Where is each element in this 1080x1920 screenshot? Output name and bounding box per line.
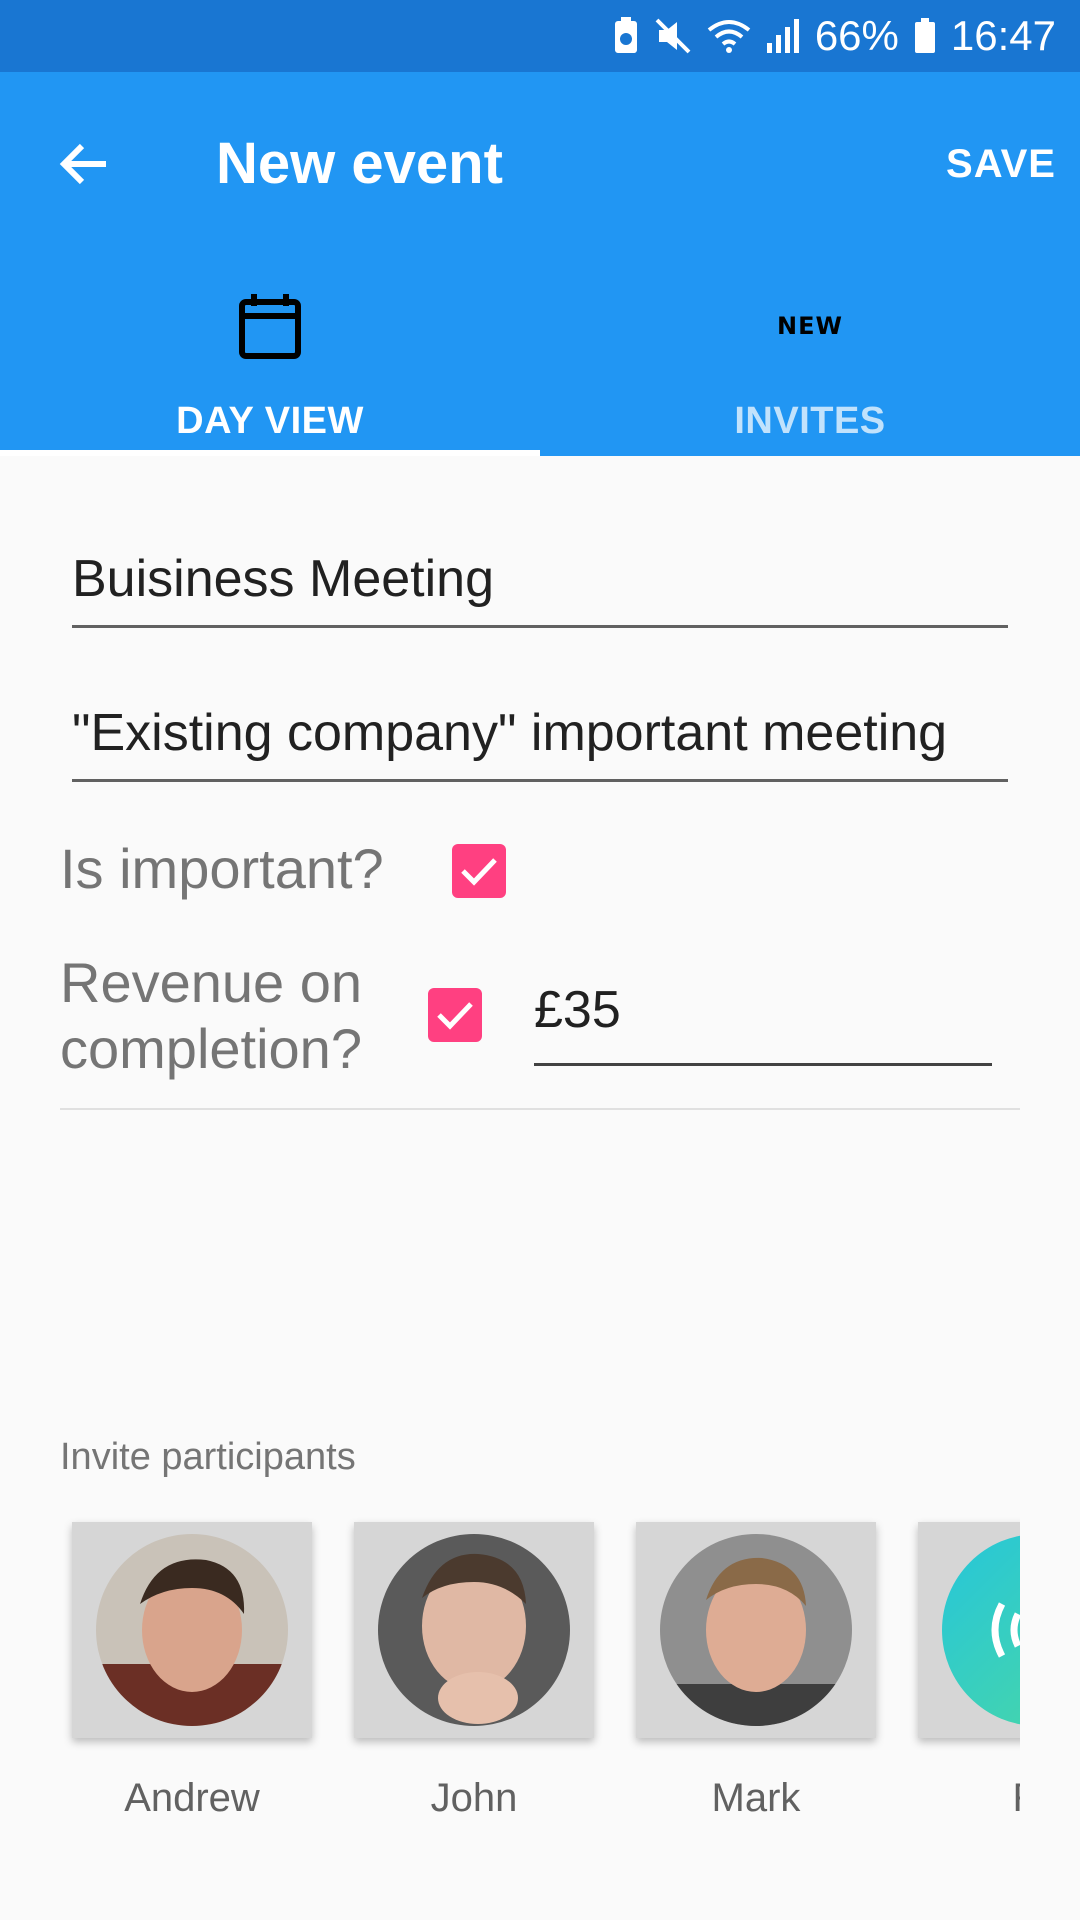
battery-saver-icon [613,17,639,55]
status-bar: 66% 16:47 [0,0,1080,72]
tab-bar: DAY VIEW NEW INVITES [0,252,1080,456]
revenue-checkbox[interactable] [428,988,482,1042]
app-bar: New event SAVE DAY VIEW NEW INVITES [0,72,1080,456]
status-icons: 66% 16:47 [613,0,1056,72]
participant-card [354,1522,594,1738]
participant-rii[interactable]: RII [906,1508,1020,1838]
avatar [660,1534,852,1726]
battery-percent: 66% [814,12,899,59]
clock: 16:47 [950,12,1056,59]
new-badge-icon: NEW [777,276,843,376]
check-icon [461,858,497,886]
participant-mark[interactable]: Mark [624,1508,876,1838]
mute-icon [653,16,693,56]
avatar [96,1534,288,1726]
page-title: New event [216,131,503,196]
battery-icon [913,17,937,55]
calendar-icon [238,276,302,376]
divider [60,1108,1020,1110]
participant-name: Andrew [124,1776,260,1820]
signal-icon [765,17,801,55]
participant-name: Mark [711,1776,801,1820]
event-title-value: Buisiness Meeting [72,550,494,608]
event-title-field[interactable]: Buisiness Meeting [72,548,1008,628]
important-checkbox[interactable] [452,844,506,898]
revenue-label: Revenue on completion? [60,951,363,1080]
participant-andrew[interactable]: Andrew [60,1508,312,1838]
music-app-avatar [942,1534,1020,1726]
tab-invites-label: INVITES [734,400,886,442]
back-button[interactable] [44,124,124,204]
tab-indicator [0,450,540,456]
revenue-amount-value: £35 [534,981,621,1039]
participant-name: John [430,1776,518,1820]
participant-john[interactable]: John [342,1508,594,1838]
check-icon [437,1002,473,1030]
participants-list[interactable]: Andrew John Mark RII [60,1508,1020,1848]
tab-day-view-label: DAY VIEW [176,400,364,442]
tab-day-view[interactable]: DAY VIEW [0,252,540,456]
avatar [378,1534,570,1726]
arrow-left-icon [59,143,106,185]
participant-card [72,1522,312,1738]
important-label: Is important? [60,837,384,900]
wifi-icon [707,18,751,54]
revenue-amount-field[interactable]: £35 [534,970,992,1066]
participant-card [636,1522,876,1738]
tab-invites[interactable]: NEW INVITES [540,252,1080,456]
participant-name: RII [906,1776,1020,1821]
event-description-field[interactable]: "Existing company" important meeting [72,702,1008,782]
invite-participants-label: Invite participants [60,1436,356,1478]
save-button[interactable]: SAVE [946,124,1056,204]
participant-card [918,1522,1020,1738]
event-description-value: "Existing company" important meeting [72,704,948,762]
new-badge-text: NEW [777,312,843,340]
